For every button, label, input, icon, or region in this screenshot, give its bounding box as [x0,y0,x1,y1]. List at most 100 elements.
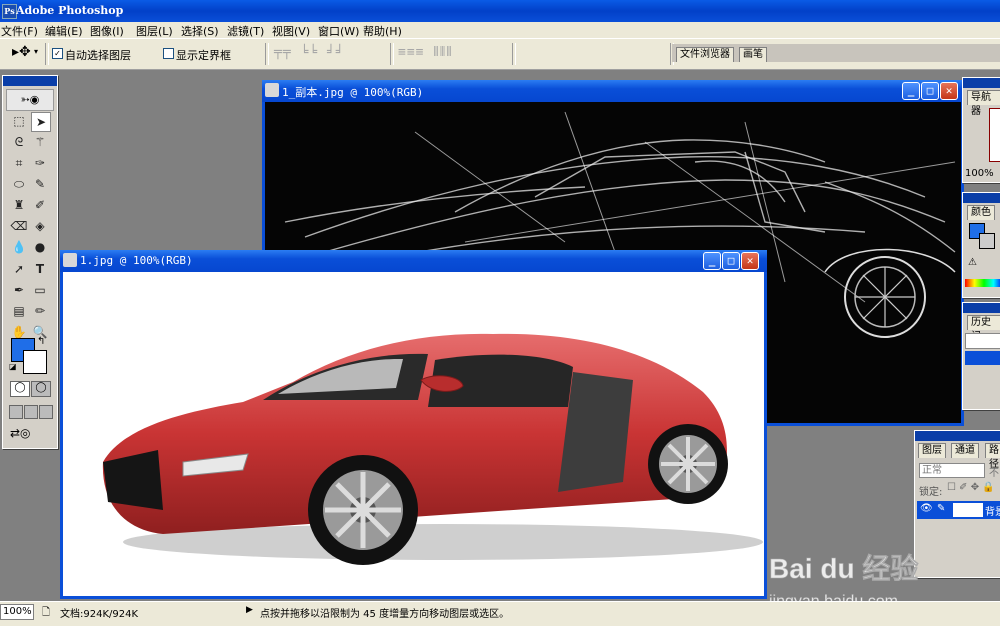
tool-palette: ➳◉ ⬚ ➤ ᘓ ⚚ ⌗ ✑ ⬭ ✎ ♜ ✐ ⌫ ◈ 💧 ● ➚ T ✒ ▭ ▤… [2,75,58,449]
menu-window[interactable]: 窗口(W) [318,23,359,39]
minimize-button[interactable]: _ [902,82,920,100]
feather-logo-icon[interactable]: ➳◉ [6,89,54,111]
history-panel: 历史记 [962,302,1000,410]
menu-file[interactable]: 文件(F) [1,23,38,39]
close-button[interactable]: ✕ [940,82,958,100]
tool-palette-header [3,76,57,86]
swap-colors-icon[interactable]: ↰ [37,336,45,347]
layer-row-background[interactable]: 👁 ✎ 背景 [917,501,1000,519]
opacity-label: 不 [989,468,999,479]
move-tool-icon[interactable]: ▸✥ [12,44,31,60]
align-buttons-icon[interactable]: ╤╤ ╘╘ ╛╛ [274,45,345,60]
eyedropper-tool-icon[interactable]: ✏ [31,302,49,320]
blend-mode-select[interactable]: 正常 [919,463,985,478]
divider [390,43,394,65]
history-brush-tool-icon[interactable]: ✐ [31,196,49,214]
screen-mode-standard-icon[interactable] [9,405,23,419]
quick-mask-mode-icon[interactable]: ◯ [31,381,51,397]
tab-paths[interactable]: 路径 [985,443,1000,470]
move-tool-icon[interactable]: ➤ [31,112,51,132]
menu-help[interactable]: 帮助(H) [363,23,402,39]
window-title: 1.jpg @ 100%(RGB) [80,254,193,267]
close-button[interactable]: ✕ [741,252,759,270]
divider [512,43,516,65]
clone-stamp-tool-icon[interactable]: ♜ [10,196,28,214]
lasso-tool-icon[interactable]: ᘓ [10,133,28,151]
color-panel: 颜色 ⚠ [962,192,1000,298]
pen-tool-icon[interactable]: ✒ [10,281,28,299]
window-titlebar[interactable]: 1_副本.jpg @ 100%(RGB) _ □ ✕ [262,80,964,102]
minimize-button[interactable]: _ [703,252,721,270]
marquee-tool-icon[interactable]: ⬚ [10,112,28,130]
lock-icons[interactable]: ☐ ✐ ✥ 🔒 [947,482,995,493]
healing-brush-tool-icon[interactable]: ⬭ [10,175,28,193]
eraser-tool-icon[interactable]: ⌫ [10,217,28,235]
menu-image[interactable]: 图像(I) [90,23,124,39]
tool-preset-dropdown-icon[interactable]: ▾ [34,47,38,56]
tab-channels[interactable]: 通道 [951,443,979,458]
document-icon [265,83,279,97]
photoshop-icon: Ps [2,4,17,19]
path-select-tool-icon[interactable]: ➚ [10,260,28,278]
slice-tool-icon[interactable]: ✑ [31,154,49,172]
standard-mode-icon[interactable]: ◯ [10,381,30,397]
tab-navigator[interactable]: 导航器 [967,90,1000,117]
dodge-tool-icon[interactable]: ● [31,238,49,256]
shape-tool-icon[interactable]: ▭ [31,281,49,299]
auto-select-checkbox[interactable]: ✓ [52,48,63,59]
background-color-swatch[interactable] [23,350,47,374]
window-titlebar[interactable]: 1.jpg @ 100%(RGB) _ □ ✕ [60,250,767,272]
zoom-field[interactable]: 100% [0,604,34,620]
status-arrow-icon[interactable]: ▶ [246,605,253,615]
tab-history[interactable]: 历史记 [967,315,1000,342]
bg-color-swatch[interactable] [979,233,995,249]
notes-tool-icon[interactable]: ▤ [10,302,28,320]
brush-link-icon: ✎ [937,503,946,514]
menu-layer[interactable]: 图层(L) [136,23,173,39]
maximize-button[interactable]: □ [722,252,740,270]
navigator-zoom[interactable]: 100% [965,168,994,179]
document-icon [63,253,77,267]
jump-to-imageready-icon[interactable]: ⇄◎ [10,426,31,440]
crop-tool-icon[interactable]: ⌗ [10,154,28,172]
menu-bar: 文件(F) 编辑(E) 图像(I) 图层(L) 选择(S) 滤镜(T) 视图(V… [0,22,1000,38]
document-size: 文档:924K/924K [60,609,139,620]
document-info-icon[interactable]: 🗋 [42,605,50,622]
show-bounds-label: 显示定界框 [176,49,231,62]
screen-mode-full-icon[interactable] [39,405,53,419]
default-colors-icon[interactable]: ◪ [9,362,17,371]
panel-header [963,78,1000,88]
screen-mode-menubar-icon[interactable] [24,405,38,419]
paint-bucket-tool-icon[interactable]: ◈ [31,217,49,235]
red-sports-car-image [63,272,764,596]
color-ramp[interactable] [965,279,1000,287]
status-hint: 点按并拖移以沿限制为 45 度增量方向移动图层或选区。 [260,609,510,620]
magic-wand-tool-icon[interactable]: ⚚ [31,133,49,151]
show-bounds-checkbox[interactable] [163,48,174,59]
menu-filter[interactable]: 滤镜(T) [227,23,264,39]
tab-brushes[interactable]: 画笔 [739,47,767,62]
brush-tool-icon[interactable]: ✎ [31,175,49,193]
panel-header [963,193,1000,203]
menu-select[interactable]: 选择(S) [181,23,219,39]
blur-tool-icon[interactable]: 💧 [10,238,28,256]
history-state[interactable] [965,351,1000,365]
distribute-buttons-icon[interactable]: ≡≡≡ ⫴⫴⫴ [398,45,453,60]
document-window-original[interactable]: 1.jpg @ 100%(RGB) _ □ ✕ [60,250,767,599]
history-snapshot[interactable] [965,333,1000,349]
maximize-button[interactable]: □ [921,82,939,100]
divider [45,43,49,65]
menu-edit[interactable]: 编辑(E) [45,23,83,39]
layer-thumbnail [953,503,983,517]
auto-select-label: 自动选择图层 [65,49,131,62]
visibility-eye-icon[interactable]: 👁 [920,503,933,514]
navigator-thumbnail[interactable] [989,108,1000,162]
tab-layers[interactable]: 图层 [918,443,946,458]
window-title: 1_副本.jpg @ 100%(RGB) [282,86,424,99]
layer-name: 背景 [985,507,1000,518]
type-tool-icon[interactable]: T [31,260,49,278]
tab-color[interactable]: 颜色 [967,205,995,220]
menu-view[interactable]: 视图(V) [272,23,310,39]
app-title: Adobe Photoshop [16,4,124,17]
tab-file-browser[interactable]: 文件浏览器 [676,47,734,62]
